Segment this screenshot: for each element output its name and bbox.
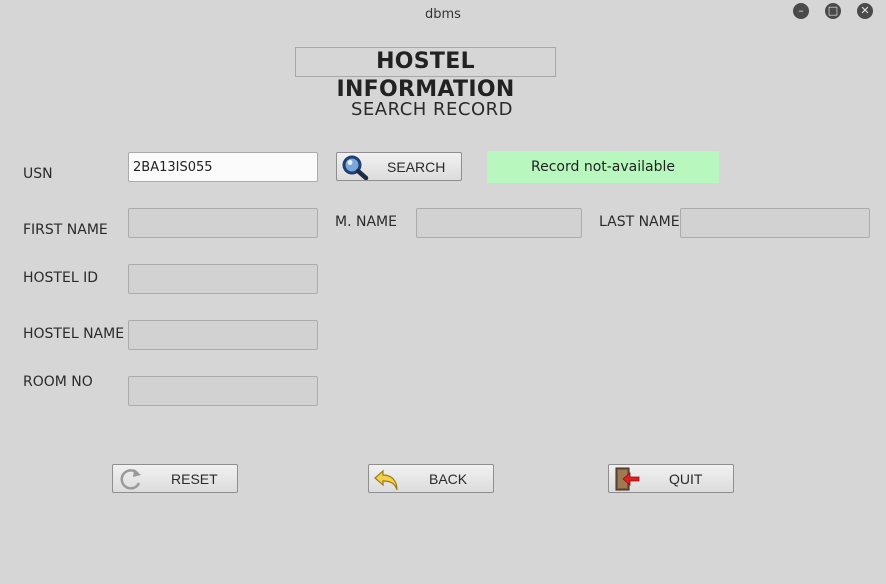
hostel-id-input[interactable]: [128, 264, 318, 294]
window-title: dbms: [425, 7, 461, 22]
room-no-label: ROOM NO: [23, 374, 93, 390]
exit-door-icon: [615, 467, 640, 491]
search-button-label: SEARCH: [387, 159, 446, 175]
reset-button-label: RESET: [171, 471, 218, 487]
refresh-icon: [120, 469, 141, 490]
room-no-input[interactable]: [128, 376, 318, 406]
last-name-input[interactable]: [680, 208, 870, 238]
quit-button[interactable]: QUIT: [608, 464, 734, 493]
usn-input[interactable]: [128, 152, 318, 182]
reset-button[interactable]: RESET: [112, 464, 238, 493]
search-button[interactable]: SEARCH: [336, 152, 462, 181]
middle-name-input[interactable]: [416, 208, 582, 238]
hostel-name-input[interactable]: [128, 320, 318, 350]
maximize-button[interactable]: □: [825, 3, 841, 19]
back-button[interactable]: BACK: [368, 464, 494, 493]
minimize-button[interactable]: –: [793, 3, 809, 19]
last-name-label: LAST NAME: [599, 214, 680, 230]
first-name-input[interactable]: [128, 208, 318, 238]
back-arrow-icon: [374, 469, 398, 491]
form-subheading: SEARCH RECORD: [350, 99, 514, 120]
middle-name-label: M. NAME: [335, 214, 397, 230]
close-button[interactable]: ✕: [857, 3, 873, 19]
first-name-label: FIRST NAME: [23, 222, 108, 238]
hostel-id-label: HOSTEL ID: [23, 270, 98, 286]
magnifier-icon: [342, 155, 369, 180]
hostel-name-label: HOSTEL NAME: [23, 326, 125, 342]
form-heading: HOSTEL INFORMATION: [295, 47, 556, 102]
quit-button-label: QUIT: [669, 471, 703, 487]
back-button-label: BACK: [429, 471, 468, 487]
status-message: Record not-available: [487, 151, 719, 183]
usn-label: USN: [23, 166, 53, 182]
window-titlebar: dbms: [0, 0, 886, 28]
